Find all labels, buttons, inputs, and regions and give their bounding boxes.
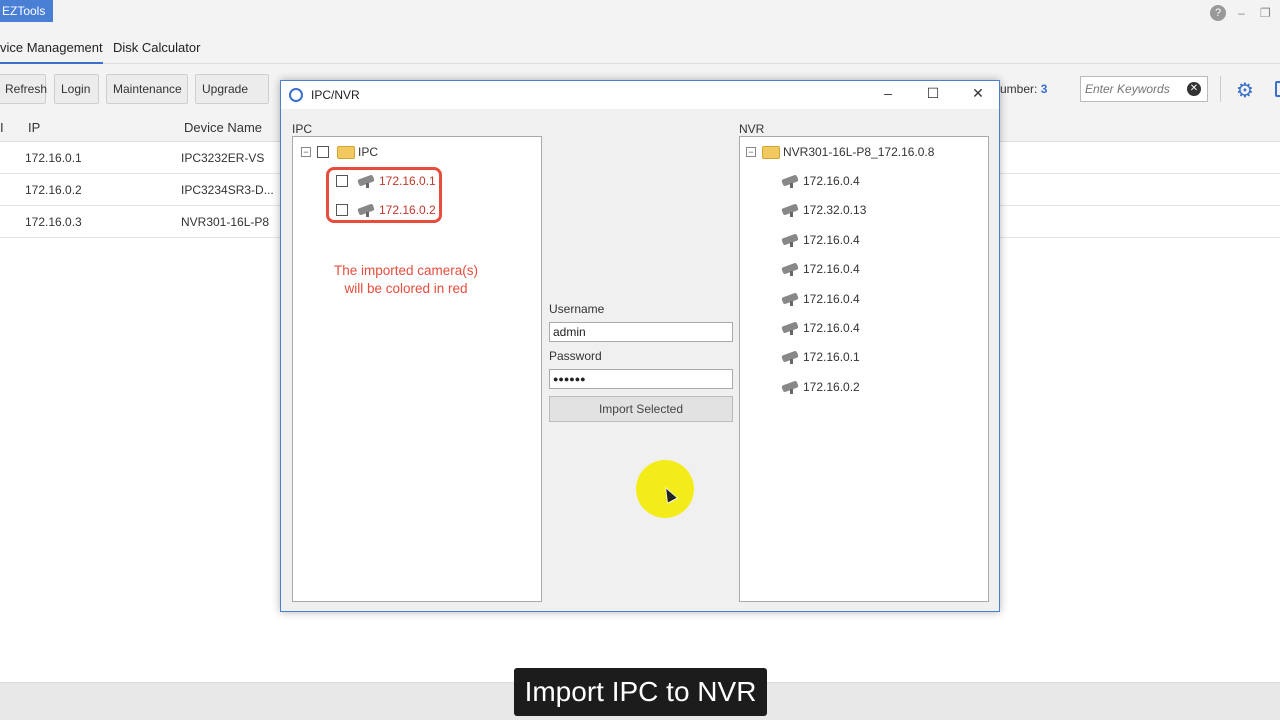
row-ip: 172.16.0.1 bbox=[25, 151, 82, 165]
nvr-tree-item[interactable]: 172.16.0.4 bbox=[780, 171, 860, 191]
collapse-icon[interactable]: − bbox=[301, 147, 311, 157]
device-number-label: umber: bbox=[1000, 82, 1038, 96]
nvr-item-label: 172.16.0.4 bbox=[803, 174, 860, 188]
tab-disk-calculator[interactable]: Disk Calculator bbox=[113, 40, 200, 55]
camera-icon bbox=[780, 350, 800, 364]
column-header-ip[interactable]: IP bbox=[28, 120, 40, 135]
ipc-tree-root[interactable]: − IPC bbox=[301, 142, 378, 162]
username-field[interactable]: admin bbox=[549, 322, 733, 342]
main-tabs: vice Management Disk Calculator bbox=[0, 30, 1280, 64]
row-device-name: NVR301-16L-P8 bbox=[181, 215, 270, 229]
video-caption: Import IPC to NVR bbox=[514, 668, 767, 716]
toolbar-divider bbox=[1220, 76, 1221, 102]
gear-icon[interactable]: ⚙ bbox=[1236, 78, 1254, 103]
column-header-device-name[interactable]: Device Name bbox=[184, 120, 262, 135]
nvr-item-label: 172.32.0.13 bbox=[803, 203, 867, 217]
device-number: umber: 3 bbox=[1000, 82, 1047, 96]
username-label: Username bbox=[549, 302, 605, 316]
nvr-tree-item[interactable]: 172.32.0.13 bbox=[780, 200, 866, 220]
camera-icon bbox=[780, 380, 800, 394]
login-button[interactable]: Login bbox=[54, 74, 99, 104]
app-logo: EZTools bbox=[0, 0, 54, 22]
maintenance-button[interactable]: Maintenance bbox=[106, 74, 188, 104]
nvr-item-label: 172.16.0.2 bbox=[803, 380, 860, 394]
nvr-item-label: 172.16.0.4 bbox=[803, 292, 860, 306]
nvr-tree-item[interactable]: 172.16.0.4 bbox=[780, 259, 860, 279]
device-number-value: 3 bbox=[1040, 82, 1048, 96]
nvr-tree-root[interactable]: − NVR301-16L-P8_172.16.0.8 bbox=[746, 142, 934, 162]
row-ip: 172.16.0.2 bbox=[25, 183, 82, 197]
annotation-line: will be colored in red bbox=[344, 281, 468, 296]
restore-icon[interactable]: ❐ bbox=[1260, 6, 1271, 20]
dialog-title: IPC/NVR bbox=[311, 88, 360, 102]
help-icon[interactable]: ? bbox=[1210, 5, 1226, 21]
clear-icon[interactable]: ✕ bbox=[1187, 82, 1201, 96]
annotation-text: The imported camera(s) will be colored i… bbox=[301, 262, 511, 298]
camera-icon bbox=[780, 321, 800, 335]
column-header-checkbox: I bbox=[0, 120, 4, 135]
nvr-item-label: 172.16.0.4 bbox=[803, 262, 860, 276]
row-device-name: IPC3232ER-VS bbox=[181, 151, 265, 165]
folder-icon bbox=[337, 145, 355, 159]
ipc-panel-label: IPC bbox=[292, 122, 313, 136]
camera-icon bbox=[780, 292, 800, 306]
dialog-title-bar[interactable]: IPC/NVR – ☐ ✕ bbox=[281, 81, 999, 109]
upgrade-button[interactable]: Upgrade bbox=[195, 74, 269, 121]
app-icon bbox=[289, 88, 303, 102]
minimize-icon[interactable]: – bbox=[1238, 6, 1245, 20]
minimize-icon[interactable]: – bbox=[878, 85, 898, 101]
ipc-root-checkbox[interactable] bbox=[317, 146, 329, 158]
refresh-button[interactable]: Refresh bbox=[0, 74, 47, 104]
camera-icon bbox=[780, 262, 800, 276]
collapse-icon[interactable]: − bbox=[746, 147, 756, 157]
upgrade-label: Upgrade bbox=[202, 82, 249, 96]
import-selected-button[interactable]: Import Selected bbox=[549, 396, 733, 422]
nvr-tree-item[interactable]: 172.16.0.4 bbox=[780, 318, 860, 338]
imported-highlight-box bbox=[326, 167, 442, 223]
camera-icon bbox=[780, 233, 800, 247]
nvr-tree: − NVR301-16L-P8_172.16.0.8 172.16.0.4 17… bbox=[739, 136, 989, 602]
search-box[interactable]: ✕ bbox=[1080, 76, 1208, 102]
annotation-line: The imported camera(s) bbox=[333, 263, 479, 278]
nvr-tree-item[interactable]: 172.16.0.2 bbox=[780, 377, 860, 397]
search-input[interactable] bbox=[1081, 77, 1181, 101]
tab-device-management[interactable]: vice Management bbox=[0, 40, 103, 64]
maximize-icon[interactable]: ☐ bbox=[923, 85, 943, 102]
camera-icon bbox=[780, 174, 800, 188]
nvr-tree-item[interactable]: 172.16.0.4 bbox=[780, 230, 860, 250]
password-field[interactable]: ●●●●●● bbox=[549, 369, 733, 389]
nvr-panel-label: NVR bbox=[739, 122, 765, 136]
nvr-tree-item[interactable]: 172.16.0.1 bbox=[780, 347, 860, 367]
nvr-root-label: NVR301-16L-P8_172.16.0.8 bbox=[783, 145, 935, 159]
folder-icon bbox=[762, 145, 780, 159]
nvr-item-label: 172.16.0.1 bbox=[803, 350, 860, 364]
row-device-name: IPC3234SR3-D... bbox=[181, 183, 274, 197]
close-icon[interactable]: ✕ bbox=[968, 85, 988, 102]
app-title-bar: EZTools ? – ❐ bbox=[0, 0, 1280, 30]
camera-icon bbox=[780, 203, 800, 217]
panel-icon[interactable] bbox=[1275, 81, 1280, 97]
nvr-item-label: 172.16.0.4 bbox=[803, 321, 860, 335]
ipc-root-label: IPC bbox=[358, 145, 379, 159]
row-ip: 172.16.0.3 bbox=[25, 215, 82, 229]
password-label: Password bbox=[549, 349, 602, 363]
nvr-item-label: 172.16.0.4 bbox=[803, 233, 860, 247]
nvr-tree-item[interactable]: 172.16.0.4 bbox=[780, 289, 860, 309]
ipc-nvr-dialog: IPC/NVR – ☐ ✕ IPC − IPC 172.16.0.1 172.1… bbox=[280, 80, 1000, 612]
